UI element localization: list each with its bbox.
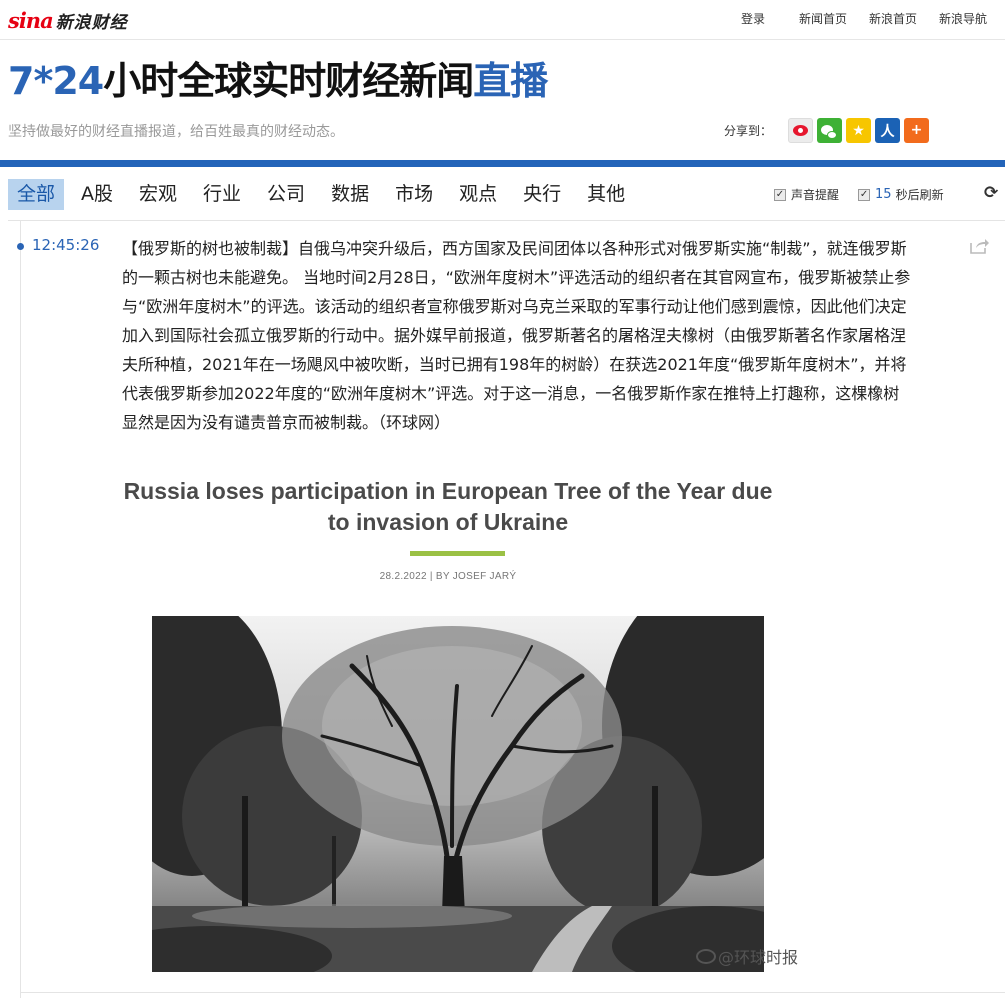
image-accent-bar [410, 551, 505, 556]
news-text: 【俄罗斯的树也被制裁】自俄乌冲突升级后，西方国家及民间团体以各种形式对俄罗斯实施… [122, 239, 911, 432]
nav-divider [8, 220, 1005, 221]
more-share-icon[interactable]: + [904, 118, 930, 143]
news-time: 12:45:26 [32, 236, 100, 254]
news-home-link[interactable]: 新闻首页 [799, 10, 847, 27]
category-tabs: 全部 A股 宏观 行业 公司 数据 市场 观点 央行 其他 [8, 179, 642, 210]
tab-industry[interactable]: 行业 [194, 179, 250, 210]
page-title-main: 小时全球实时财经新闻 [103, 59, 474, 103]
refresh-label: 秒后刷新 [895, 188, 944, 202]
sound-alert-checkbox[interactable]: ✓ [774, 188, 786, 201]
weibo-icon[interactable] [788, 118, 814, 143]
tab-data[interactable]: 数据 [322, 179, 378, 210]
page-title-prefix: 7*24 [8, 59, 104, 103]
login-link[interactable]: 登录 [741, 10, 765, 27]
news-image[interactable]: Russia loses participation in European T… [122, 462, 792, 982]
share-arrow-icon[interactable] [969, 237, 989, 255]
top-bar: sina 新浪财经 登录 新闻首页 新浪首页 新浪导航 [0, 0, 1005, 40]
sina-logo-text: sina [8, 7, 54, 33]
people-icon[interactable]: 人 [875, 118, 901, 143]
tab-central-bank[interactable]: 央行 [514, 179, 570, 210]
share-bar: 分享到： ★ 人 + [724, 118, 933, 143]
page-title-suffix: 直播 [473, 59, 548, 103]
sound-alert-label: 声音提醒 [791, 188, 840, 202]
image-headline: Russia loses participation in European T… [123, 478, 773, 535]
header-divider [0, 160, 1005, 167]
qzone-icon[interactable]: ★ [846, 118, 872, 143]
share-label: 分享到： [724, 124, 773, 138]
timeline-dot-icon [17, 243, 24, 250]
weibo-watermark-icon [696, 948, 716, 964]
wechat-icon[interactable] [817, 118, 843, 143]
timeline-line [20, 221, 21, 998]
top-links: 登录 新闻首页 新浪首页 新浪导航 [741, 10, 987, 27]
tab-a-shares[interactable]: A股 [72, 179, 122, 210]
sina-finance-logo[interactable]: sina 新浪财经 [8, 6, 128, 34]
tab-other[interactable]: 其他 [578, 179, 634, 210]
sina-home-link[interactable]: 新浪首页 [869, 10, 917, 27]
page-title: 7*24小时全球实时财经新闻直播 [8, 56, 548, 106]
refresh-controls: ✓ 声音提醒 ✓ 15 秒后刷新 [774, 186, 944, 203]
tab-company[interactable]: 公司 [258, 179, 314, 210]
tab-opinion[interactable]: 观点 [450, 179, 506, 210]
watermark-text: @环球时报 [718, 948, 799, 967]
sina-nav-link[interactable]: 新浪导航 [939, 10, 987, 27]
image-byline: 28.2.2022 | BY JOSEF JARÝ [379, 571, 517, 582]
finance-logo-text: 新浪财经 [55, 12, 128, 33]
page-subtitle: 坚持做最好的财经直播报道，给百姓最真的财经动态。 [8, 124, 344, 140]
auto-refresh-checkbox[interactable]: ✓ [858, 188, 871, 201]
tab-market[interactable]: 市场 [386, 179, 442, 210]
image-watermark: @环球时报 [696, 944, 798, 968]
tab-macro[interactable]: 宏观 [130, 179, 186, 210]
refresh-seconds: 15 [875, 187, 892, 202]
oak-tree-photo [152, 616, 764, 972]
refresh-icon[interactable]: ⟳ [984, 183, 998, 203]
item-divider [21, 992, 1005, 993]
tab-all[interactable]: 全部 [8, 179, 65, 210]
